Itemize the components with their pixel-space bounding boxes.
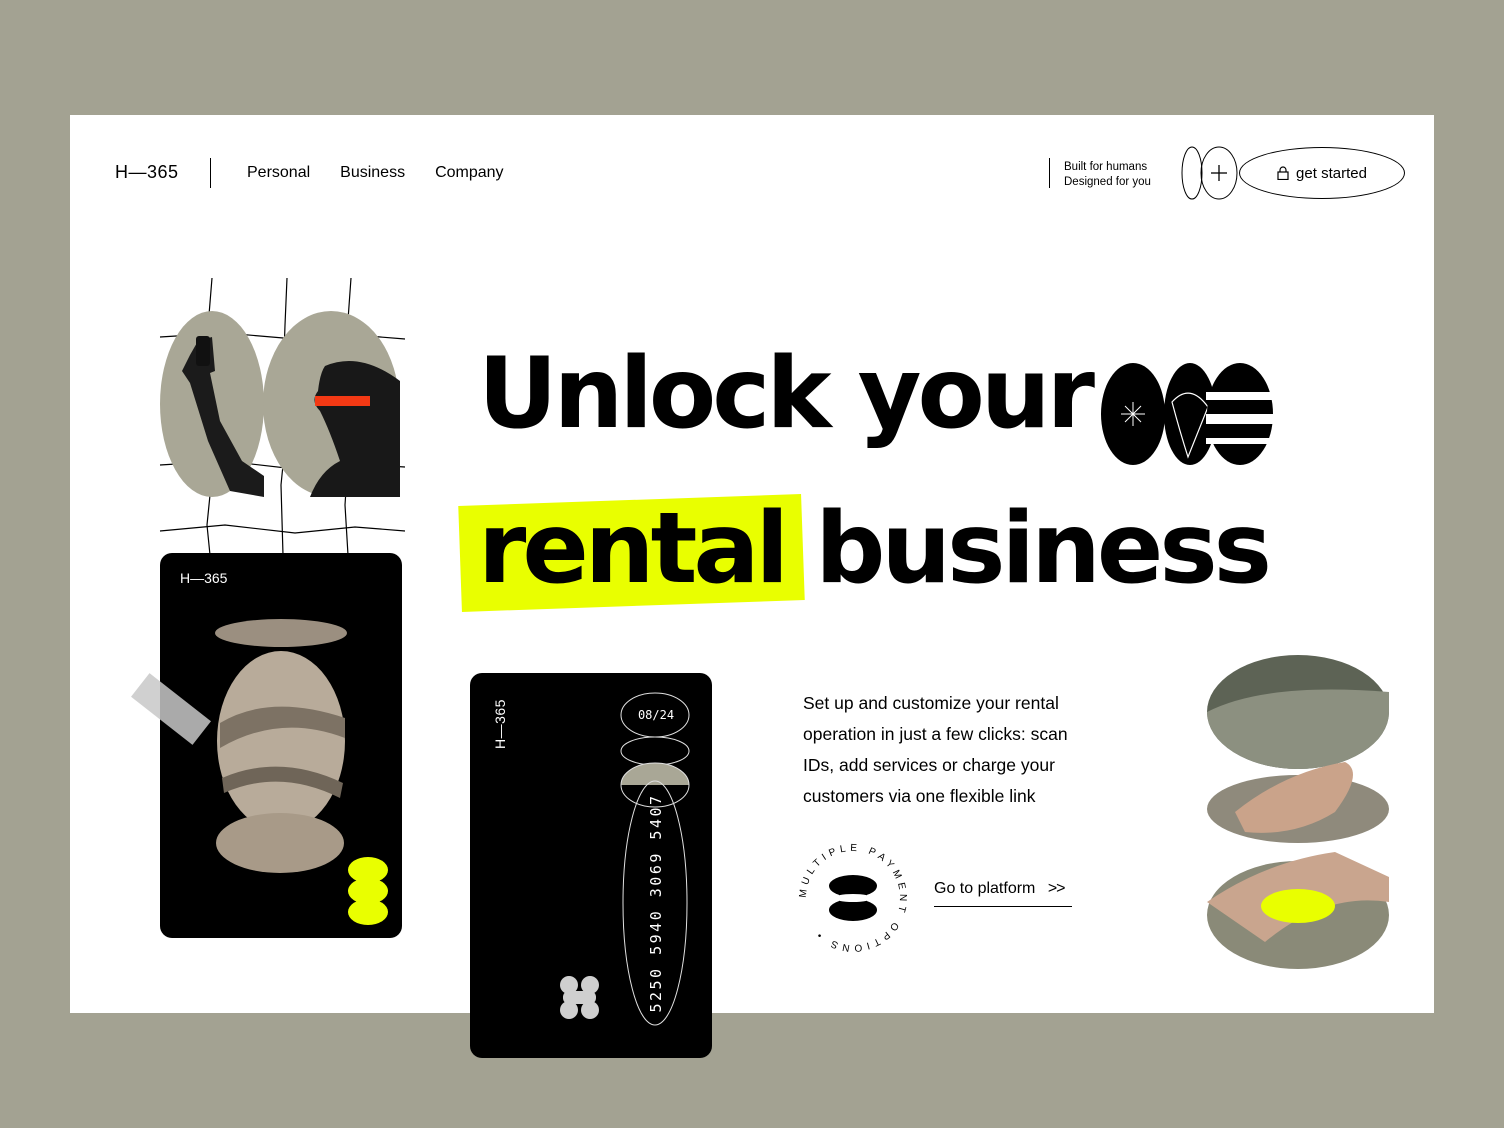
nav-item-company[interactable]: Company bbox=[435, 164, 503, 182]
main-nav: Personal Business Company bbox=[247, 164, 504, 182]
headline-highlight-word: rental bbox=[478, 492, 789, 606]
payment-options-badge: MULTIPLE PAYMENT OPTIONS • bbox=[795, 840, 911, 956]
stone-card: H—365 bbox=[160, 553, 402, 938]
headline-line-2: rental business bbox=[478, 500, 1272, 598]
header-tagline: Built for humans Designed for you bbox=[1064, 160, 1151, 190]
hero-description: Set up and customize your rental operati… bbox=[803, 693, 1068, 806]
site-logo[interactable]: H—365 bbox=[115, 162, 179, 183]
chevron-right-icon: >> bbox=[1047, 880, 1066, 897]
nav-item-business[interactable]: Business bbox=[340, 164, 405, 182]
go-to-platform-label: Go to platform bbox=[934, 880, 1036, 897]
plus-icon bbox=[1181, 146, 1238, 200]
header-divider bbox=[210, 158, 211, 188]
hand-photo-stack bbox=[1207, 655, 1389, 969]
tagline-line-2: Designed for you bbox=[1064, 176, 1151, 188]
lock-icon bbox=[1277, 166, 1289, 180]
headline-line-1: Unlock your bbox=[478, 337, 1095, 451]
headline-line-2-rest: business bbox=[815, 492, 1272, 606]
payment-card: H—365 08/24 5250 5940 3069 5407 bbox=[470, 673, 712, 1058]
get-started-button[interactable]: get started bbox=[1239, 147, 1405, 199]
plus-button[interactable] bbox=[1181, 146, 1239, 200]
headline-graphic-ovals bbox=[1101, 363, 1275, 465]
tagline-divider bbox=[1049, 158, 1050, 188]
get-started-label: get started bbox=[1296, 164, 1367, 182]
nav-item-personal[interactable]: Personal bbox=[247, 164, 310, 182]
card-expiry: 08/24 bbox=[637, 708, 675, 722]
tagline-line-1: Built for humans bbox=[1064, 161, 1148, 173]
chip-icon bbox=[560, 976, 599, 1019]
card-number: 5250 5940 3069 5407 bbox=[647, 793, 665, 1013]
photo-ovals bbox=[160, 311, 400, 497]
go-to-platform-link[interactable]: Go to platform >> bbox=[934, 880, 1072, 907]
